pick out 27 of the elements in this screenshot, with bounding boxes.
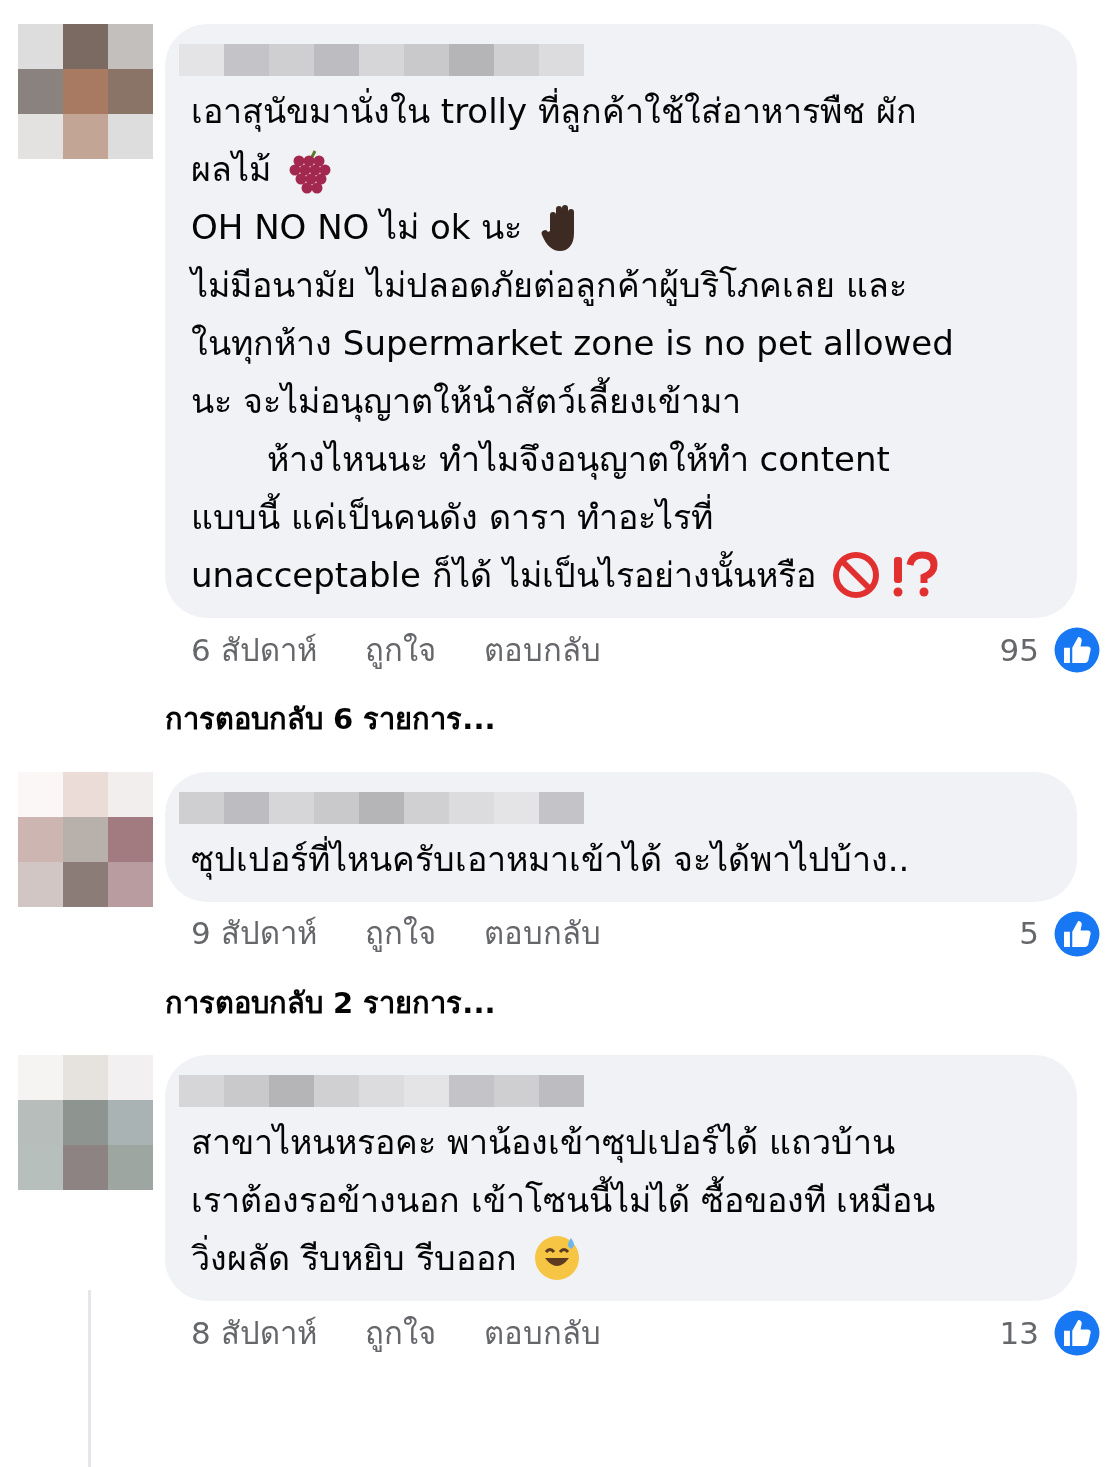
comment-text: วิ่งผลัด รีบหยิบ รีบออก [191, 1229, 517, 1287]
reply-link[interactable]: ตอบกลับ [483, 910, 601, 957]
view-replies-link[interactable]: การตอบกลับ 2 รายการ... [165, 981, 496, 1025]
like-link[interactable]: ถูกใจ [364, 910, 436, 957]
reaction-count: 95 [999, 630, 1039, 670]
timestamp: 8 สัปดาห์ [191, 1313, 317, 1353]
comment-text: เราต้องรอข้างนอก เข้าโซนนี้ไม่ได้ ซื้อของที เหมือน [191, 1171, 936, 1229]
comment-text: สาขาไหนหรอคะ พาน้องเข้าซุปเปอร์ได้ แถวบ้าน [191, 1121, 895, 1165]
comment-text: เอาสุนัขมานั่งใน trolly ที่ลูกค้าใช้ใส่อาหารพืช ผัก [191, 82, 917, 140]
timestamp: 9 สัปดาห์ [191, 914, 317, 954]
comment-text: ในทุกห้าง Supermarket zone is no pet allowed [191, 322, 954, 366]
reply-link[interactable]: ตอบกลับ [483, 1309, 601, 1357]
comment-text: unacceptable ก็ได้ ไม่เป็นไรอย่างนั้นหรือ [191, 546, 816, 604]
comment-text: ซุปเปอร์ที่ไหนครับเอาหมาเข้าได้ จะได้พาไปบ้าง.. [191, 835, 910, 882]
reaction-count: 13 [999, 1313, 1039, 1353]
comment-text: แบบนี้ แค่เป็นคนดัง ดารา ทำอะไรที่ [191, 488, 714, 546]
like-link[interactable]: ถูกใจ [364, 626, 436, 674]
reply-link[interactable]: ตอบกลับ [483, 626, 601, 674]
comment-text: ผลไม้ [191, 148, 271, 191]
comment-text: นะ จะไม่อนุญาตให้นำสัตว์เลี้ยงเข้ามา [191, 372, 741, 430]
view-replies-link[interactable]: การตอบกลับ 6 รายการ... [165, 698, 496, 742]
comment-text: ห้างไหนนะ ทำไมจึงอนุญาตให้ทำ content [267, 438, 890, 482]
reaction-count: 5 [1019, 914, 1039, 954]
comment-text: OH NO NO ไม่ ok นะ [191, 206, 523, 249]
like-link[interactable]: ถูกใจ [364, 1309, 436, 1357]
timestamp: 6 สัปดาห์ [191, 630, 317, 670]
comment-text: ไม่มีอนามัย ไม่ปลอดภัยต่อลูกค้าผู้บริโภคเลย และ [191, 264, 907, 308]
